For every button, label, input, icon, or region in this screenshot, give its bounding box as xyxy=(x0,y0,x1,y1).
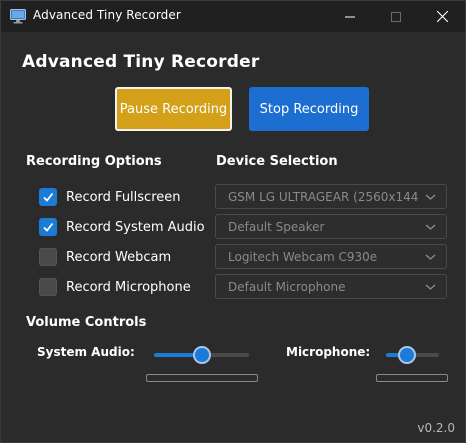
microphone-device-value: Default Microphone xyxy=(228,279,346,294)
option-record-system-audio[interactable]: Record System Audio xyxy=(39,217,205,237)
page-heading: Advanced Tiny Recorder xyxy=(22,52,260,72)
close-icon xyxy=(436,11,448,22)
pause-recording-button[interactable]: Pause Recording xyxy=(115,87,232,131)
slider-thumb[interactable] xyxy=(398,346,416,364)
microphone-device-select[interactable]: Default Microphone xyxy=(215,274,447,299)
app-window: Advanced Tiny Recorder Advanced Tiny Rec… xyxy=(0,0,466,443)
chevron-down-icon xyxy=(425,194,436,200)
chevron-down-icon xyxy=(425,284,436,290)
device-selection-label: Device Selection xyxy=(216,154,338,169)
checkmark-icon xyxy=(43,192,54,202)
microphone-slider[interactable] xyxy=(386,346,439,364)
record-fullscreen-checkbox[interactable] xyxy=(39,188,57,206)
recording-options-label: Recording Options xyxy=(26,154,162,169)
option-record-microphone[interactable]: Record Microphone xyxy=(39,277,191,297)
system-audio-level-meter xyxy=(146,374,258,382)
record-microphone-label: Record Microphone xyxy=(66,279,191,295)
webcam-device-value: Logitech Webcam C930e xyxy=(228,249,378,264)
minimize-icon xyxy=(345,16,355,17)
app-icon xyxy=(10,9,26,24)
record-microphone-checkbox[interactable] xyxy=(39,278,57,296)
volume-controls-label: Volume Controls xyxy=(26,315,147,330)
record-webcam-label: Record Webcam xyxy=(66,249,172,265)
chevron-down-icon xyxy=(425,254,436,260)
system-audio-slider[interactable] xyxy=(154,346,249,364)
record-system-audio-label: Record System Audio xyxy=(66,219,205,235)
title-bar[interactable]: Advanced Tiny Recorder xyxy=(1,1,465,32)
stop-recording-button[interactable]: Stop Recording xyxy=(249,87,369,131)
webcam-device-select[interactable]: Logitech Webcam C930e xyxy=(215,244,447,269)
option-record-webcam[interactable]: Record Webcam xyxy=(39,247,171,267)
minimize-button[interactable] xyxy=(327,1,373,32)
microphone-level-meter xyxy=(376,374,448,382)
speaker-device-select[interactable]: Default Speaker xyxy=(215,214,447,239)
maximize-icon xyxy=(391,11,401,22)
record-system-audio-checkbox[interactable] xyxy=(39,218,57,236)
slider-thumb[interactable] xyxy=(193,346,211,364)
record-webcam-checkbox[interactable] xyxy=(39,248,57,266)
maximize-button[interactable] xyxy=(373,1,419,32)
display-device-value: GSM LG ULTRAGEAR (2560x1440) xyxy=(228,189,418,204)
version-label: v0.2.0 xyxy=(417,421,455,435)
option-record-fullscreen[interactable]: Record Fullscreen xyxy=(39,187,181,207)
microphone-volume-label: Microphone: xyxy=(286,345,371,359)
checkmark-icon xyxy=(43,222,54,232)
window-title: Advanced Tiny Recorder xyxy=(33,8,181,22)
chevron-down-icon xyxy=(425,224,436,230)
record-fullscreen-label: Record Fullscreen xyxy=(66,189,181,205)
close-button[interactable] xyxy=(419,1,465,32)
display-device-select[interactable]: GSM LG ULTRAGEAR (2560x1440) xyxy=(215,184,447,209)
speaker-device-value: Default Speaker xyxy=(228,219,325,234)
system-audio-volume-label: System Audio: xyxy=(37,345,135,359)
